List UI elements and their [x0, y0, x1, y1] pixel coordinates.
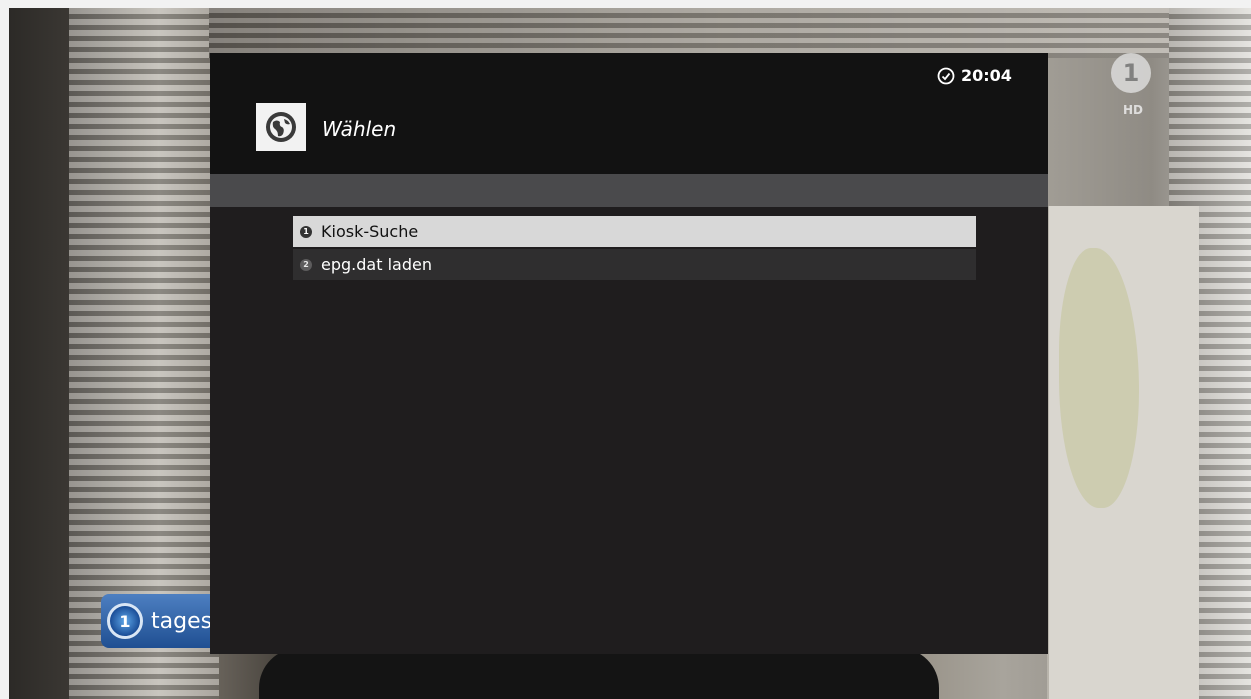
globe-icon: [266, 112, 296, 142]
menu-item-number-badge: 1: [300, 225, 312, 238]
menu-item-kiosk-suche[interactable]: 1 Kiosk-Suche: [293, 216, 976, 247]
dialog-header: 20:04 Wählen: [210, 53, 1048, 174]
menu-item-label: Kiosk-Suche: [321, 222, 419, 241]
dialog-title: Wählen: [322, 117, 397, 141]
menu-item-number-badge: 2: [300, 258, 312, 271]
menu-list: 1 Kiosk-Suche 2 epg.dat laden: [293, 216, 976, 282]
dialog-subheader-bar: [210, 174, 1048, 207]
clock: 20:04: [937, 66, 1012, 85]
select-dialog: 20:04 Wählen 1 Kiosk-Suche 2 epg.dat lad…: [210, 53, 1048, 654]
app-icon-box: [256, 103, 306, 151]
background-person: [259, 648, 939, 699]
program-bug: 1 tages: [101, 594, 221, 648]
channel-logo-number: 1: [1122, 59, 1140, 87]
program-bug-icon: 1: [107, 603, 143, 639]
background-blinds-top: [209, 8, 1209, 58]
clock-time: 20:04: [961, 66, 1012, 85]
program-bug-text: tages: [151, 608, 213, 634]
program-bug-icon-number: 1: [119, 611, 131, 631]
menu-item-epg-dat-laden[interactable]: 2 epg.dat laden: [293, 249, 976, 280]
menu-item-label: epg.dat laden: [321, 255, 432, 274]
channel-logo: 1: [1111, 53, 1151, 93]
clock-icon: [937, 67, 955, 84]
channel-hd-label: HD: [1123, 103, 1144, 117]
